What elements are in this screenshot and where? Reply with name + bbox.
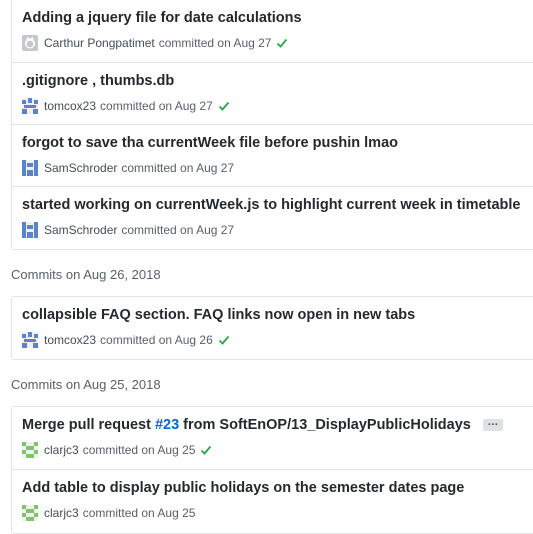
- identicon-blue-icon[interactable]: [22, 332, 38, 348]
- commit-row: Add table to display public holidays on …: [12, 469, 533, 531]
- commit-author[interactable]: clarjc3: [44, 443, 79, 457]
- check-icon[interactable]: [218, 100, 230, 112]
- commit-group-aug-25: Merge pull request #23 from SoftEnOP/13_…: [11, 406, 533, 534]
- expand-ellipsis-button[interactable]: …: [482, 417, 503, 432]
- commit-message-link[interactable]: started working on currentWeek.js to hig…: [22, 197, 520, 213]
- commit-author[interactable]: tomcox23: [44, 333, 96, 347]
- commit-group-aug-26: collapsible FAQ section. FAQ links now o…: [11, 296, 533, 360]
- committed-date: committed on Aug 25: [82, 443, 196, 457]
- commit-row: forgot to save tha currentWeek file befo…: [12, 124, 533, 186]
- commit-meta: clarjc3 committed on Aug 25: [22, 442, 212, 458]
- commit-message-suffix[interactable]: from SoftEnOP/13_DisplayPublicHolidays: [179, 417, 471, 433]
- committed-date: committed on Aug 27: [121, 161, 235, 175]
- commit-message-prefix[interactable]: Merge pull request: [22, 417, 155, 433]
- commit-meta: tomcox23 committed on Aug 27: [22, 98, 230, 114]
- check-icon[interactable]: [218, 334, 230, 346]
- commit-message: Merge pull request #23 from SoftEnOP/13_…: [22, 417, 503, 433]
- date-header: Commits on Aug 25, 2018: [11, 377, 161, 392]
- commit-author[interactable]: SamSchroder: [44, 223, 117, 237]
- committed-date: committed on Aug 27: [121, 223, 235, 237]
- commit-meta: clarjc3 committed on Aug 25: [22, 505, 195, 521]
- commit-message-link[interactable]: forgot to save tha currentWeek file befo…: [22, 135, 398, 151]
- committed-date: committed on Aug 27: [100, 99, 213, 113]
- commit-message-link[interactable]: Add table to display public holidays on …: [22, 480, 464, 496]
- commit-message-link[interactable]: Adding a jquery file for date calculatio…: [22, 10, 302, 26]
- committed-date: committed on Aug 26: [100, 333, 213, 347]
- committed-date: committed on Aug 27: [158, 36, 272, 50]
- commit-meta: SamSchroder committed on Aug 27: [22, 160, 234, 176]
- commit-author[interactable]: SamSchroder: [44, 161, 117, 175]
- commit-author[interactable]: Carthur Pongpatimet: [44, 36, 155, 50]
- commit-meta: Carthur Pongpatimet committed on Aug 27: [22, 35, 288, 51]
- date-header: Commits on Aug 26, 2018: [11, 267, 161, 282]
- commit-row: collapsible FAQ section. FAQ links now o…: [12, 297, 533, 359]
- identicon-blue2-icon[interactable]: [22, 222, 38, 238]
- identicon-blue-icon[interactable]: [22, 98, 38, 114]
- identicon-blue2-icon[interactable]: [22, 160, 38, 176]
- commit-meta: tomcox23 committed on Aug 26: [22, 332, 230, 348]
- identicon-green-icon[interactable]: [22, 505, 38, 521]
- commit-row: Adding a jquery file for date calculatio…: [12, 0, 533, 62]
- commit-author[interactable]: clarjc3: [44, 506, 79, 520]
- check-icon[interactable]: [200, 444, 212, 456]
- identicon-green-icon[interactable]: [22, 442, 38, 458]
- commit-meta: SamSchroder committed on Aug 27: [22, 222, 234, 238]
- check-icon[interactable]: [276, 37, 288, 49]
- commit-row: Merge pull request #23 from SoftEnOP/13_…: [12, 407, 533, 469]
- pull-request-link[interactable]: #23: [155, 417, 179, 433]
- commit-author[interactable]: tomcox23: [44, 99, 96, 113]
- octocat-avatar-icon[interactable]: [22, 35, 38, 51]
- committed-date: committed on Aug 25: [82, 506, 196, 520]
- commit-row: started working on currentWeek.js to hig…: [12, 186, 533, 248]
- commit-group-aug-27: Adding a jquery file for date calculatio…: [11, 0, 533, 250]
- commit-message-link[interactable]: .gitignore , thumbs.db: [22, 73, 174, 89]
- commit-row: .gitignore , thumbs.db tomcox23 committe…: [12, 62, 533, 124]
- commit-message-link[interactable]: collapsible FAQ section. FAQ links now o…: [22, 307, 415, 323]
